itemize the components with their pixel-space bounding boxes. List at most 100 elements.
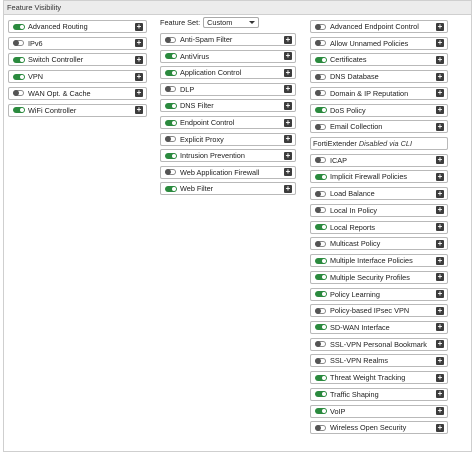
plus-icon[interactable]: + (284, 151, 292, 160)
toggle-switch[interactable] (315, 123, 326, 130)
toggle-switch[interactable] (315, 408, 327, 415)
feature-row-voip[interactable]: VoIP + (310, 404, 448, 418)
feature-row-implicit-firewall-policies[interactable]: Implicit Firewall Policies + (310, 170, 448, 184)
plus-icon[interactable]: + (135, 39, 143, 48)
plus-icon[interactable]: + (436, 39, 444, 48)
toggle-switch[interactable] (13, 73, 25, 80)
feature-row-advanced-endpoint-control[interactable]: Advanced Endpoint Control + (310, 20, 448, 33)
toggle-switch[interactable] (165, 102, 177, 109)
toggle-switch[interactable] (165, 136, 176, 143)
feature-row-threat-weight-tracking[interactable]: Threat Weight Tracking + (310, 371, 448, 385)
feature-row-fortiextender[interactable]: FortiExtender Disabled via CLI (310, 137, 448, 151)
feature-row-dns-database[interactable]: DNS Database + (310, 70, 448, 84)
toggle-switch[interactable] (13, 23, 25, 30)
toggle-switch[interactable] (315, 90, 326, 97)
plus-icon[interactable]: + (436, 189, 444, 198)
plus-icon[interactable]: + (284, 35, 292, 44)
plus-icon[interactable]: + (436, 156, 444, 165)
feature-row-ssl-vpn-realms[interactable]: SSL-VPN Realms + (310, 354, 448, 368)
plus-icon[interactable]: + (284, 101, 292, 110)
feature-row-explicit-proxy[interactable]: Explicit Proxy + (160, 132, 296, 146)
plus-icon[interactable]: + (436, 356, 444, 365)
plus-icon[interactable]: + (436, 55, 444, 64)
feature-row-intrusion-prevention[interactable]: Intrusion Prevention + (160, 149, 296, 163)
plus-icon[interactable]: + (135, 72, 143, 81)
toggle-switch[interactable] (315, 157, 326, 164)
feature-row-multicast-policy[interactable]: Multicast Policy + (310, 237, 448, 251)
plus-icon[interactable]: + (436, 89, 444, 98)
feature-row-local-reports[interactable]: Local Reports + (310, 220, 448, 234)
toggle-switch[interactable] (315, 274, 327, 281)
plus-icon[interactable]: + (436, 256, 444, 265)
toggle-switch[interactable] (165, 53, 177, 60)
toggle-switch[interactable] (165, 152, 177, 159)
plus-icon[interactable]: + (436, 423, 444, 432)
toggle-switch[interactable] (165, 185, 177, 192)
toggle-switch[interactable] (315, 224, 327, 231)
plus-icon[interactable]: + (436, 407, 444, 416)
feature-row-certificates[interactable]: Certificates + (310, 53, 448, 67)
toggle-switch[interactable] (315, 391, 327, 398)
plus-icon[interactable]: + (436, 306, 444, 315)
toggle-switch[interactable] (165, 69, 177, 76)
plus-icon[interactable]: + (436, 72, 444, 81)
toggle-switch[interactable] (315, 40, 326, 47)
plus-icon[interactable]: + (436, 323, 444, 332)
feature-row-endpoint-control[interactable]: Endpoint Control + (160, 116, 296, 129)
plus-icon[interactable]: + (436, 239, 444, 248)
feature-row-policy-learning[interactable]: Policy Learning + (310, 287, 448, 301)
feature-row-dlp[interactable]: DLP + (160, 82, 296, 96)
feature-row-allow-unnamed-policies[interactable]: Allow Unnamed Policies + (310, 36, 448, 50)
feature-row-dns-filter[interactable]: DNS Filter + (160, 99, 296, 113)
plus-icon[interactable]: + (284, 168, 292, 177)
plus-icon[interactable]: + (436, 206, 444, 215)
plus-icon[interactable]: + (436, 172, 444, 181)
feature-row-sd-wan-interface[interactable]: SD-WAN Interface + (310, 320, 448, 334)
plus-icon[interactable]: + (284, 68, 292, 77)
feature-row-web-filter[interactable]: Web Filter + (160, 182, 296, 196)
toggle-switch[interactable] (315, 173, 327, 180)
toggle-switch[interactable] (13, 107, 25, 113)
toggle-switch[interactable] (315, 307, 326, 314)
plus-icon[interactable]: + (436, 340, 444, 349)
toggle-switch[interactable] (13, 40, 24, 47)
plus-icon[interactable]: + (135, 55, 143, 64)
toggle-switch[interactable] (315, 291, 327, 298)
toggle-switch[interactable] (315, 341, 326, 348)
feature-row-local-in-policy[interactable]: Local In Policy + (310, 203, 448, 217)
toggle-switch[interactable] (165, 36, 176, 43)
feature-row-switch-controller[interactable]: Switch Controller + (8, 53, 147, 67)
feature-row-advanced-routing[interactable]: Advanced Routing + (8, 20, 147, 33)
toggle-switch[interactable] (315, 207, 326, 214)
plus-icon[interactable]: + (135, 106, 143, 114)
feature-row-wireless-open-security[interactable]: Wireless Open Security + (310, 421, 448, 435)
plus-icon[interactable]: + (284, 52, 292, 61)
feature-row-anti-spam-filter[interactable]: Anti-Spam Filter + (160, 33, 296, 46)
feature-row-multiple-interface-policies[interactable]: Multiple Interface Policies + (310, 254, 448, 268)
plus-icon[interactable]: + (436, 22, 444, 31)
feature-row-antivirus[interactable]: AntiVirus + (160, 49, 296, 63)
plus-icon[interactable]: + (284, 118, 292, 127)
plus-icon[interactable]: + (135, 22, 143, 31)
feature-row-wifi-controller[interactable]: WiFi Controller + (8, 103, 147, 117)
feature-row-application-control[interactable]: Application Control + (160, 66, 296, 80)
feature-row-vpn[interactable]: VPN + (8, 70, 147, 84)
feature-row-dos-policy[interactable]: DoS Policy + (310, 103, 448, 117)
toggle-switch[interactable] (315, 374, 327, 381)
toggle-switch[interactable] (315, 424, 326, 431)
toggle-switch[interactable] (315, 240, 326, 247)
feature-row-load-balance[interactable]: Load Balance + (310, 187, 448, 201)
plus-icon[interactable]: + (436, 290, 444, 299)
toggle-switch[interactable] (315, 73, 326, 80)
feature-row-policy-based-ipsec-vpn[interactable]: Policy-based IPsec VPN + (310, 304, 448, 318)
feature-row-icap[interactable]: ICAP + (310, 153, 448, 167)
plus-icon[interactable]: + (436, 373, 444, 382)
toggle-switch[interactable] (315, 357, 326, 364)
toggle-switch[interactable] (315, 324, 327, 331)
feature-row-multiple-security-profiles[interactable]: Multiple Security Profiles + (310, 270, 448, 284)
plus-icon[interactable]: + (284, 184, 292, 193)
feature-set-select[interactable]: Custom (203, 17, 260, 28)
toggle-switch[interactable] (315, 56, 327, 63)
feature-row-ssl-vpn-personal-bookmark[interactable]: SSL-VPN Personal Bookmark + (310, 337, 448, 351)
feature-row-domain-ip-reputation[interactable]: Domain & IP Reputation + (310, 86, 448, 100)
